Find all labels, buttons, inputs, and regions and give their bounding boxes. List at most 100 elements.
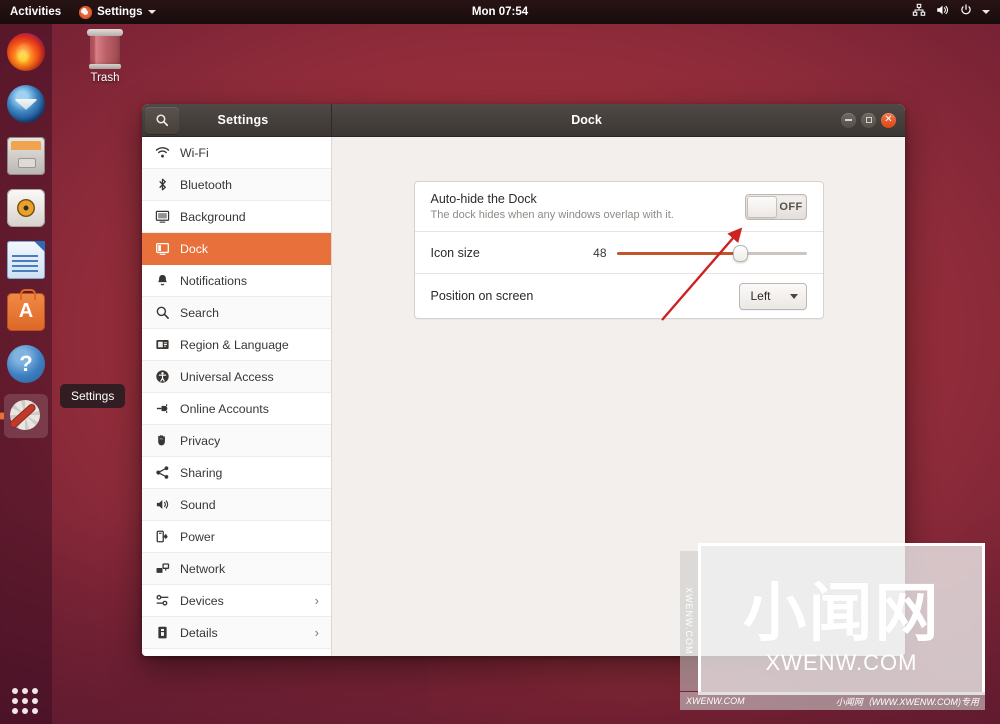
icon-size-value: 48 <box>593 245 607 260</box>
sidebar-item-devices[interactable]: Devices › <box>142 585 331 617</box>
trash-label: Trash <box>90 72 120 84</box>
power-icon <box>959 3 973 21</box>
auto-hide-title: Auto-hide the Dock <box>430 192 537 206</box>
dock-item-thunderbird[interactable] <box>4 82 48 126</box>
search-button[interactable] <box>145 106 179 134</box>
sidebar-item-network[interactable]: Network <box>142 553 331 585</box>
position-title: Position on screen <box>430 289 534 303</box>
watermark: 小闻网 XWENW.COM XWENW.COM XWENW.COM 小闻网（WW… <box>680 543 985 710</box>
dock-item-firefox[interactable] <box>4 30 48 74</box>
dock-item-files[interactable] <box>4 134 48 178</box>
grid-dot <box>32 708 38 714</box>
libreoffice-writer-icon <box>7 241 45 279</box>
caret-down-icon <box>982 10 990 14</box>
sidebar-item-sharing[interactable]: Sharing <box>142 457 331 489</box>
maximize-icon[interactable] <box>861 112 876 128</box>
dock-item-rhythmbox[interactable] <box>4 186 48 230</box>
sharing-icon <box>154 465 170 481</box>
ubuntu-dock[interactable] <box>0 24 52 724</box>
power-battery-icon <box>154 529 170 545</box>
sidebar-item-label: Online Accounts <box>180 401 269 416</box>
sound-icon <box>154 497 170 513</box>
row-auto-hide-dock: Auto-hide the Dock The dock hides when a… <box>414 182 823 232</box>
files-icon <box>7 137 45 175</box>
network-wired-icon <box>912 3 926 21</box>
grid-dot <box>22 708 28 714</box>
watermark-bottom-bar: XWENW.COM 小闻网（WWW.XWENW.COM)专用 <box>680 692 985 710</box>
watermark-bottom-right: 小闻网（WWW.XWENW.COM)专用 <box>835 696 979 707</box>
sidebar-item-label: Universal Access <box>180 369 274 384</box>
sidebar-item-power[interactable]: Power <box>142 521 331 553</box>
region-language-icon <box>154 337 170 353</box>
sidebar-item-bluetooth[interactable]: Bluetooth <box>142 169 331 201</box>
devices-icon <box>154 593 170 609</box>
sidebar-item-privacy[interactable]: Privacy <box>142 425 331 457</box>
thunderbird-icon <box>7 85 45 123</box>
dock-item-settings[interactable] <box>4 394 48 438</box>
desktop-screen: Activities Settings Mon 07:54 Trash A ? … <box>0 0 1000 724</box>
sidebar-item-universal-access[interactable]: Universal Access <box>142 361 331 393</box>
watermark-cn-text: 小闻网 <box>742 577 941 651</box>
sidebar-item-sound[interactable]: Sound <box>142 489 331 521</box>
settings-sidebar[interactable]: Wi-Fi Bluetooth Background Dock Notifica… <box>142 137 332 656</box>
icon-size-slider-handle[interactable] <box>733 244 748 262</box>
sidebar-item-label: Privacy <box>180 433 221 448</box>
volume-icon <box>935 3 950 21</box>
grid-dot <box>22 698 28 704</box>
gnome-top-bar: Activities Settings Mon 07:54 <box>0 0 1000 24</box>
window-titlebar[interactable]: Settings Dock ✕ <box>142 104 905 137</box>
bluetooth-icon <box>154 177 170 193</box>
online-accounts-icon <box>154 401 170 417</box>
sidebar-item-label: Details <box>180 625 218 640</box>
watermark-vertical-text: XWENW.COM <box>680 551 698 691</box>
icon-size-slider[interactable] <box>616 244 807 262</box>
background-icon <box>154 209 170 225</box>
window-controls[interactable]: ✕ <box>841 112 905 128</box>
sidebar-item-notifications[interactable]: Notifications <box>142 265 331 297</box>
dock-item-help[interactable] <box>4 342 48 386</box>
rhythmbox-icon <box>7 189 45 227</box>
sidebar-item-online-accounts[interactable]: Online Accounts <box>142 393 331 425</box>
clock-button[interactable]: Mon 07:54 <box>0 0 1000 24</box>
sidebar-item-label: Background <box>180 209 246 224</box>
firefox-icon <box>7 33 45 71</box>
sidebar-item-label: Bluetooth <box>180 177 232 192</box>
sidebar-item-background[interactable]: Background <box>142 201 331 233</box>
wifi-icon <box>154 145 170 161</box>
watermark-bottom-left: XWENW.COM <box>686 696 745 706</box>
sidebar-item-label: Region & Language <box>180 337 289 352</box>
titlebar-left-pane: Settings <box>142 104 332 136</box>
auto-hide-texts: Auto-hide the Dock The dock hides when a… <box>431 192 745 221</box>
sidebar-item-label: Search <box>180 305 219 320</box>
show-applications-button[interactable] <box>12 688 38 714</box>
dock-settings-panel: Auto-hide the Dock The dock hides when a… <box>413 181 824 319</box>
sidebar-item-wifi[interactable]: Wi-Fi <box>142 137 331 169</box>
sidebar-item-region-language[interactable]: Region & Language <box>142 329 331 361</box>
search-icon <box>154 305 170 321</box>
system-status-area[interactable] <box>912 0 996 24</box>
auto-hide-toggle[interactable]: OFF <box>744 193 807 220</box>
dock-item-software[interactable] <box>4 289 48 334</box>
toggle-state-label: OFF <box>779 200 803 213</box>
clock-label: Mon 07:54 <box>471 6 529 18</box>
icon-size-title: Icon size <box>430 245 480 260</box>
settings-window-title: Settings <box>217 113 269 127</box>
chevron-right-icon: › <box>314 625 319 640</box>
sidebar-item-search[interactable]: Search <box>142 297 331 329</box>
grid-dot <box>32 698 38 704</box>
trash-icon <box>87 29 123 69</box>
position-dropdown[interactable]: Left <box>738 282 807 310</box>
position-texts: Position on screen <box>431 289 739 303</box>
dock-item-writer[interactable] <box>4 238 48 282</box>
ubuntu-software-icon <box>7 289 45 331</box>
sidebar-item-label: Devices <box>180 593 224 608</box>
sidebar-item-dock[interactable]: Dock <box>142 233 331 265</box>
grid-dot <box>12 708 18 714</box>
close-icon[interactable]: ✕ <box>881 112 896 128</box>
grid-dot <box>12 688 18 694</box>
icon-size-texts: Icon size <box>431 246 577 260</box>
trash-desktop-icon[interactable]: Trash <box>78 29 132 84</box>
sidebar-item-details[interactable]: Details › <box>142 617 331 649</box>
minimize-icon[interactable] <box>841 112 856 128</box>
dock-tooltip: Settings <box>60 384 126 408</box>
